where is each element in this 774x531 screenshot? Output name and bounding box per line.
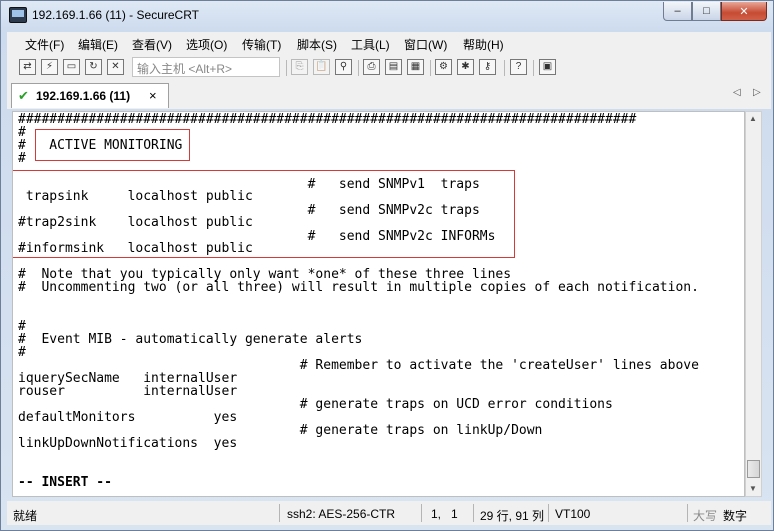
toolbar: ⇄ ⚡ ▭ ↻ ✕ 输入主机 <Alt+R> ⎘ 📋 ⚲ ⎙ ▤ ▦ ⚙ ✱ ⚷… (7, 54, 771, 83)
session-options-icon[interactable]: ⚙ (435, 59, 452, 75)
menu-script[interactable]: 脚本(S) (297, 36, 337, 53)
scroll-up-arrow-icon[interactable]: ▲ (749, 114, 757, 123)
reconnect-icon[interactable]: ↻ (85, 59, 102, 75)
maximize-button[interactable]: □ (692, 2, 721, 21)
highlight-box-trapsink-config (13, 170, 515, 258)
close-button[interactable]: ✕ (721, 2, 767, 21)
status-ready: 就绪 (13, 509, 38, 523)
toolbar-separator (286, 60, 287, 76)
menu-edit[interactable]: 编辑(E) (78, 36, 118, 53)
status-caps-lock: 大写 (693, 509, 718, 523)
status-divider (473, 504, 474, 522)
tab-label: 192.169.1.66 (11) (36, 89, 131, 103)
toolbar-separator (533, 60, 534, 76)
status-cursor-position: 1, 1 (431, 507, 458, 521)
menu-transfer[interactable]: 传输(T) (242, 36, 281, 53)
terminal-line: # Uncommenting two (or all three) will r… (18, 280, 699, 295)
menu-file[interactable]: 文件(F) (25, 36, 64, 53)
menu-bar: 文件(F) 编辑(E) 查看(V) 选项(O) 传输(T) 脚本(S) 工具(L… (7, 32, 771, 54)
keymap-icon[interactable]: ⚷ (479, 59, 496, 75)
tab-scroll-left-icon[interactable]: ◁ (733, 87, 741, 98)
status-bar: 就绪 ssh2: AES-256-CTR 1, 1 29 行, 91 列 VT1… (7, 501, 771, 525)
check-icon: ✔ (18, 88, 29, 103)
help-icon[interactable]: ? (510, 59, 527, 75)
toolbar-separator (504, 60, 505, 76)
securecrt-window: 192.169.1.66 (11) - SecureCRT – □ ✕ 文件(F… (0, 0, 774, 531)
terminal-line: linkUpDownNotifications yes (18, 436, 238, 451)
print-setup-icon[interactable]: ▤ (385, 59, 402, 75)
window-title: 192.169.1.66 (11) - SecureCRT (32, 8, 199, 22)
status-divider (279, 504, 280, 522)
copy-icon[interactable]: ⎘ (291, 59, 308, 75)
print-icon[interactable]: ⎙ (363, 59, 380, 75)
terminal-line: # Event MIB - automatically generate ale… (18, 332, 363, 347)
menu-options[interactable]: 选项(O) (186, 36, 227, 53)
minimize-button[interactable]: – (663, 2, 692, 21)
window-controls: – □ ✕ (663, 2, 767, 21)
status-divider (687, 504, 688, 522)
status-cipher: ssh2: AES-256-CTR (287, 507, 396, 521)
log-icon[interactable]: ▦ (407, 59, 424, 75)
find-icon[interactable]: ⚲ (335, 59, 352, 75)
terminal-line: ########################################… (18, 112, 637, 127)
status-divider (421, 504, 422, 522)
menu-window[interactable]: 窗口(W) (404, 36, 447, 53)
status-num-lock: 数字 (723, 509, 748, 523)
status-divider (548, 504, 549, 522)
highlight-box-active-monitoring (35, 129, 190, 161)
global-options-icon[interactable]: ✱ (457, 59, 474, 75)
vertical-scrollbar[interactable]: ▲ ▼ (745, 111, 762, 497)
disconnect-icon[interactable]: ✕ (107, 59, 124, 75)
terminal-screen[interactable]: ########################################… (12, 111, 745, 497)
status-terminal-size: 29 行, 91 列 (480, 509, 545, 523)
securecrt-app-icon[interactable] (9, 7, 27, 23)
quick-connect-input[interactable]: 输入主机 <Alt+R> (132, 57, 280, 77)
paste-icon[interactable]: 📋 (313, 59, 330, 75)
menu-tools[interactable]: 工具(L) (351, 36, 390, 53)
scrollbar-thumb[interactable] (747, 460, 760, 478)
status-emulation: VT100 (555, 507, 591, 521)
vim-insert-indicator: -- INSERT -- (18, 475, 112, 490)
menu-help[interactable]: 帮助(H) (463, 36, 504, 53)
tab-scroll-right-icon[interactable]: ▷ (753, 87, 761, 98)
scroll-down-arrow-icon[interactable]: ▼ (749, 484, 757, 493)
toolbar-separator (358, 60, 359, 76)
sftp-icon[interactable]: ▣ (539, 59, 556, 75)
tab-bar: ✔ 192.169.1.66 (11) × ◁ ▷ (7, 82, 771, 109)
terminal-line: # (18, 151, 26, 166)
toolbar-separator (430, 60, 431, 76)
session-tab[interactable]: ✔ 192.169.1.66 (11) × (11, 83, 169, 108)
menu-view[interactable]: 查看(V) (132, 36, 172, 53)
quick-connect-icon[interactable]: ⚡ (41, 59, 58, 75)
tab-close-icon[interactable]: × (149, 88, 157, 103)
connect-tab-icon[interactable]: ▭ (63, 59, 80, 75)
connect-icon[interactable]: ⇄ (19, 59, 36, 75)
title-bar: 192.169.1.66 (11) - SecureCRT – □ ✕ (1, 1, 773, 29)
